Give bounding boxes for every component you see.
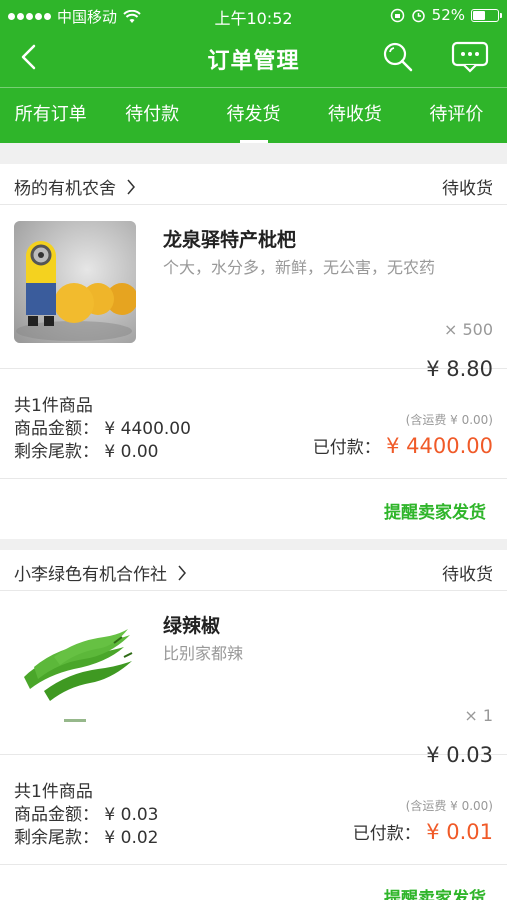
- order-summary: 共1件商品 商品金额： ¥ 0.03 剩余尾款： ¥ 0.02 (含运费 ¥ 0…: [0, 755, 507, 865]
- paid-amount: ¥ 4400.00: [386, 434, 493, 458]
- freight-note: (含运费 ¥ 0.00): [405, 799, 493, 813]
- product-name: 龙泉驿特产枇杷: [163, 229, 297, 251]
- product-image: [14, 607, 136, 729]
- order-card: 小李绿色有机合作社 待收货 绿辣椒 比别家都辣 × 1 ¥ 0.03 共1件商品: [0, 550, 507, 900]
- goods-amount: 商品金额： ¥ 0.03: [14, 805, 159, 825]
- tab-pending-receipt[interactable]: 待收货: [304, 88, 405, 143]
- item-count: 共1件商品: [14, 782, 93, 802]
- shop-name: 小李绿色有机合作社: [14, 565, 167, 585]
- search-icon[interactable]: [381, 40, 415, 74]
- order-actions: 提醒卖家发货: [0, 865, 507, 900]
- paid-amount-row: 已付款： ¥ 0.01: [353, 819, 493, 844]
- order-summary: 共1件商品 商品金额： ¥ 4400.00 剩余尾款： ¥ 0.00 (含运费 …: [0, 369, 507, 479]
- battery-icon: [471, 8, 502, 22]
- product-quantity: × 1: [464, 706, 493, 725]
- paid-amount: ¥ 0.01: [426, 820, 493, 844]
- shop-name: 杨的有机农舍: [14, 179, 116, 199]
- product-item[interactable]: 龙泉驿特产枇杷 个大，水分多，新鲜，无公害，无农药 × 500 ¥ 8.80: [0, 205, 507, 381]
- goods-amount: 商品金额： ¥ 4400.00: [14, 419, 191, 439]
- order-status: 待收货: [442, 179, 493, 199]
- navbar: 订单管理: [0, 30, 507, 85]
- paid-amount-row: 已付款： ¥ 4400.00: [313, 433, 493, 458]
- battery-percent: 52%: [431, 6, 465, 24]
- order-tabs: 所有订单 待付款 待发货 待收货 待评价: [0, 87, 507, 143]
- order-actions: 提醒卖家发货: [0, 479, 507, 539]
- order-status: 待收货: [442, 565, 493, 585]
- chevron-right-icon: [178, 565, 186, 580]
- header: 中国移动 上午10:52 52% 订单管理 所有订单 待付款 待发货 待收货 待…: [0, 0, 507, 143]
- paid-label: 已付款：: [312, 438, 381, 458]
- remaining-balance: 剩余尾款： ¥ 0.02: [14, 828, 159, 848]
- product-description: 个大，水分多，新鲜，无公害，无农药: [163, 258, 436, 277]
- freight-note: (含运费 ¥ 0.00): [405, 413, 493, 427]
- remaining-balance: 剩余尾款： ¥ 0.00: [14, 442, 159, 462]
- remind-seller-button[interactable]: 提醒卖家发货: [384, 498, 486, 523]
- item-count: 共1件商品: [14, 396, 93, 416]
- tab-pending-payment[interactable]: 待付款: [101, 88, 202, 143]
- alarm-icon: [411, 9, 425, 22]
- shop-row[interactable]: 小李绿色有机合作社 待收货: [0, 550, 507, 591]
- order-card: 杨的有机农舍 待收货 龙泉驿特产枇杷 个大，水分多，新鲜，无公害，无农药 × 5…: [0, 164, 507, 539]
- tab-pending-review[interactable]: 待评价: [406, 88, 507, 143]
- product-image: [14, 221, 136, 343]
- page-title: 订单管理: [207, 49, 300, 74]
- remind-seller-button[interactable]: 提醒卖家发货: [384, 884, 486, 900]
- tab-pending-shipment[interactable]: 待发货: [203, 88, 304, 143]
- paid-label: 已付款：: [352, 824, 421, 844]
- product-quantity: × 500: [443, 320, 493, 339]
- product-name: 绿辣椒: [163, 615, 221, 637]
- product-item[interactable]: 绿辣椒 比别家都辣 × 1 ¥ 0.03: [0, 591, 507, 767]
- shop-row[interactable]: 杨的有机农舍 待收货: [0, 164, 507, 205]
- chevron-right-icon: [127, 179, 135, 194]
- status-bar: 中国移动 上午10:52 52%: [0, 0, 507, 30]
- tab-all-orders[interactable]: 所有订单: [0, 88, 101, 143]
- product-description: 比别家都辣: [163, 644, 244, 663]
- rotation-lock-icon: [390, 8, 404, 22]
- message-icon[interactable]: [451, 41, 489, 73]
